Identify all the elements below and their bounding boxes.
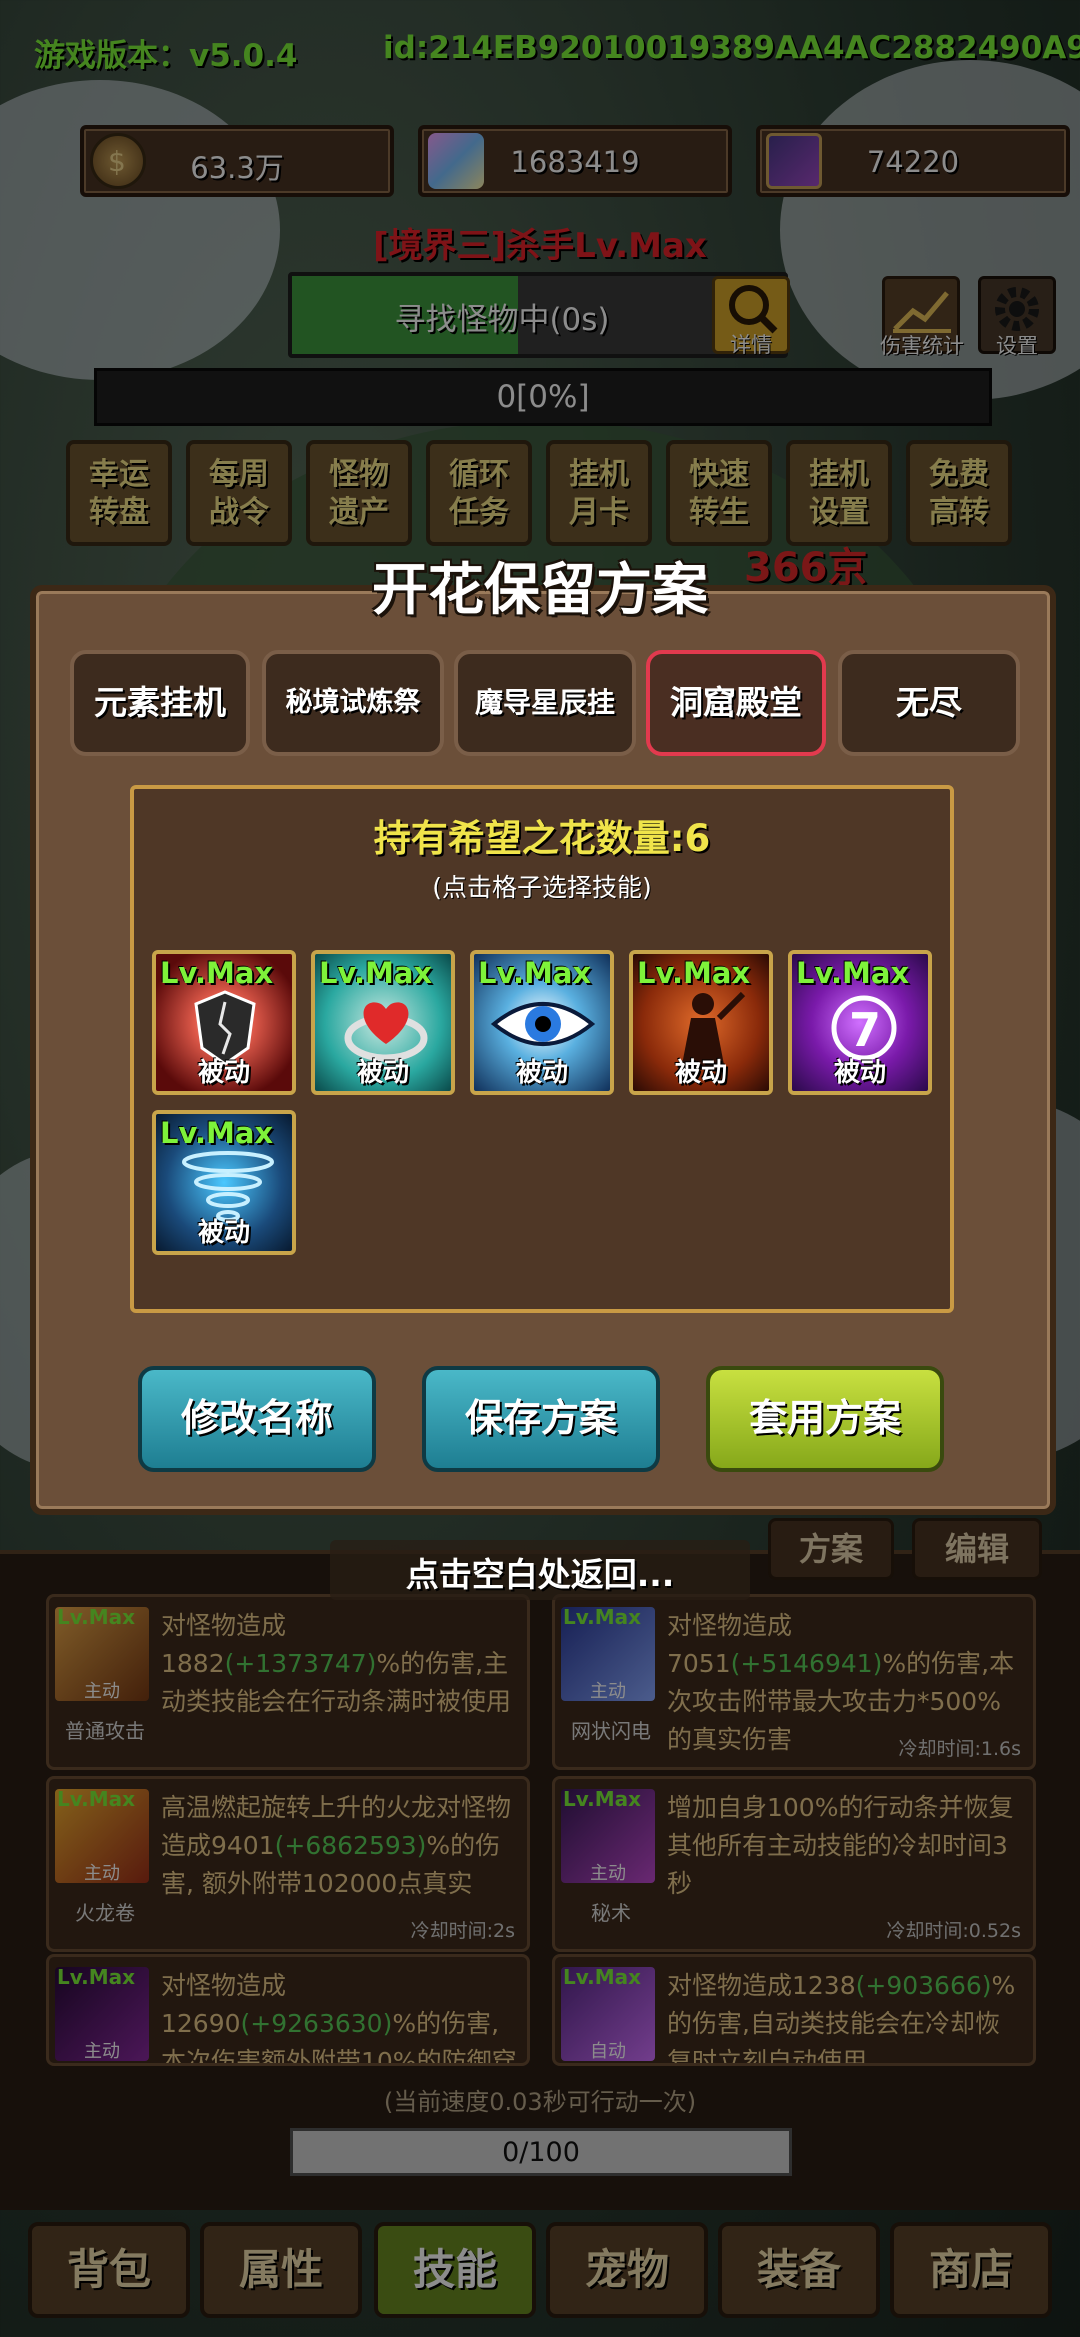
eye-icon <box>490 1002 596 1046</box>
skill-slot[interactable]: Lv.Max 被动 <box>311 950 455 1095</box>
tab-magic-stars[interactable]: 魔导星辰挂 <box>454 650 636 756</box>
skill-slot[interactable]: Lv.Max 被动 <box>152 1110 296 1255</box>
skill-type: 被动 <box>197 1058 250 1088</box>
tab-element-idle[interactable]: 元素挂机 <box>70 650 250 756</box>
rename-button[interactable]: 修改名称 <box>138 1366 376 1472</box>
grid-hint: (点击格子选择技能) <box>432 873 652 902</box>
skill-slot[interactable]: Lv.Max 被动 <box>470 950 614 1095</box>
skill-slot[interactable]: Lv.Max 被动 <box>152 950 296 1095</box>
apply-plan-button[interactable]: 套用方案 <box>706 1366 944 1472</box>
skill-level: Lv.Max <box>796 956 910 990</box>
dialog-title: 开花保留方案 <box>372 558 708 623</box>
skill-type: 被动 <box>197 1218 250 1248</box>
skill-level: Lv.Max <box>160 1116 274 1150</box>
skill-type: 被动 <box>833 1058 886 1088</box>
skill-level: Lv.Max <box>319 956 433 990</box>
skill-level: Lv.Max <box>478 956 592 990</box>
tab-endless[interactable]: 无尽 <box>838 650 1020 756</box>
tab-cave-palace[interactable]: 洞窟殿堂 <box>646 650 826 756</box>
skill-type: 被动 <box>356 1058 409 1088</box>
tab-secret-trial[interactable]: 秘境试炼祭 <box>262 650 444 756</box>
skill-slot[interactable]: 7 Lv.Max 被动 <box>788 950 932 1095</box>
skill-level: Lv.Max <box>637 956 751 990</box>
save-plan-button[interactable]: 保存方案 <box>422 1366 660 1472</box>
skill-type: 被动 <box>515 1058 568 1088</box>
skill-slot[interactable]: Lv.Max 被动 <box>629 950 773 1095</box>
close-hint: 点击空白处返回... <box>405 1555 675 1594</box>
svg-text:7: 7 <box>849 1003 881 1057</box>
skill-type: 被动 <box>674 1058 727 1088</box>
skill-level: Lv.Max <box>160 956 274 990</box>
flower-count: 持有希望之花数量:6 <box>373 817 711 860</box>
